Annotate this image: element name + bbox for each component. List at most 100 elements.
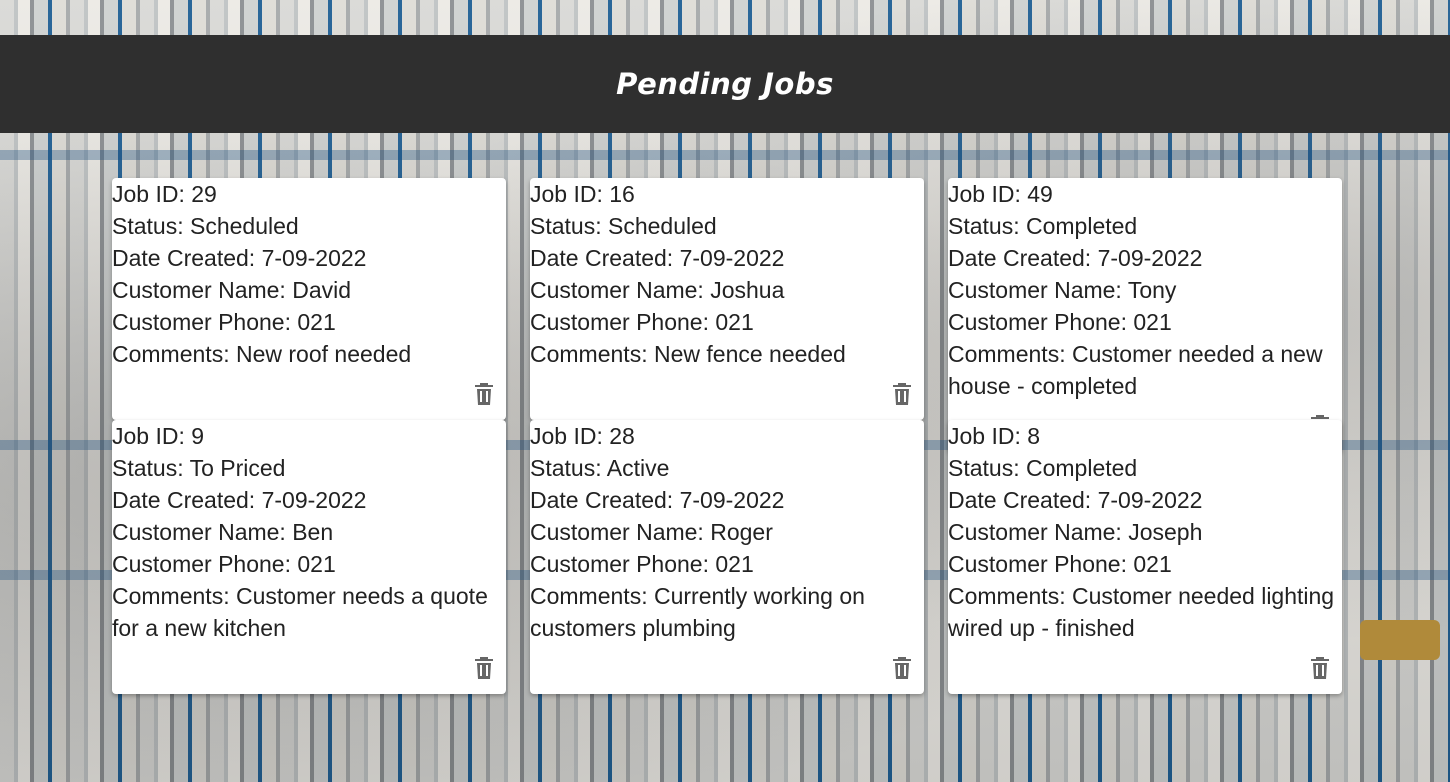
customer-phone-label: Customer Phone: xyxy=(948,551,1127,577)
page-title: Pending Jobs xyxy=(616,67,834,101)
trash-icon[interactable] xyxy=(892,382,912,406)
status-value: Active xyxy=(606,455,670,481)
comments-label: Comments: xyxy=(530,341,648,367)
background-band xyxy=(0,150,1450,160)
trash-icon[interactable] xyxy=(474,382,494,406)
date-created-row: Date Created: 7-09-2022 xyxy=(948,242,1342,274)
customer-name-label: Customer Name: xyxy=(530,519,704,545)
date-created-row: Date Created: 7-09-2022 xyxy=(530,242,924,274)
job-id-row: Job ID: 29 xyxy=(112,178,506,210)
comments-label: Comments: xyxy=(948,341,1066,367)
job-id-label: Job ID: xyxy=(112,423,185,449)
customer-name-row: Customer Name: David xyxy=(112,274,506,306)
status-row: Status: Active xyxy=(530,452,924,484)
date-created-value: 7-09-2022 xyxy=(261,487,367,513)
comments-row: Comments: New fence needed xyxy=(530,338,924,370)
job-id-label: Job ID: xyxy=(530,181,603,207)
customer-phone-label: Customer Phone: xyxy=(112,309,291,335)
job-id-value: 49 xyxy=(1027,181,1053,207)
customer-phone-label: Customer Phone: xyxy=(530,309,709,335)
status-row: Status: Scheduled xyxy=(112,210,506,242)
status-label: Status: xyxy=(530,213,602,239)
status-label: Status: xyxy=(948,455,1020,481)
customer-phone-row: Customer Phone: 021 xyxy=(948,548,1342,580)
customer-phone-label: Customer Phone: xyxy=(112,551,291,577)
comments-label: Comments: xyxy=(112,341,230,367)
customer-phone-label: Customer Phone: xyxy=(948,309,1127,335)
job-card: Job ID: 8 Status: Completed Date Created… xyxy=(948,420,1342,694)
job-id-value: 29 xyxy=(191,181,217,207)
comments-value: New fence needed xyxy=(653,341,846,367)
customer-name-value: David xyxy=(292,277,352,303)
comments-row: Comments: Customer needs a quote for a n… xyxy=(112,580,506,644)
date-created-value: 7-09-2022 xyxy=(1097,487,1203,513)
customer-phone-value: 021 xyxy=(715,551,754,577)
date-created-label: Date Created: xyxy=(948,245,1092,271)
date-created-label: Date Created: xyxy=(112,487,256,513)
job-card: Job ID: 49 Status: Completed Date Create… xyxy=(948,178,1342,452)
customer-phone-row: Customer Phone: 021 xyxy=(948,306,1342,338)
customer-name-row: Customer Name: Ben xyxy=(112,516,506,548)
date-created-label: Date Created: xyxy=(530,487,674,513)
status-value: Completed xyxy=(1026,455,1138,481)
date-created-row: Date Created: 7-09-2022 xyxy=(112,484,506,516)
app-header: Pending Jobs xyxy=(0,35,1450,133)
status-row: Status: Scheduled xyxy=(530,210,924,242)
customer-name-value: Joseph xyxy=(1128,519,1203,545)
background-tool-brass xyxy=(1360,620,1440,660)
job-id-label: Job ID: xyxy=(948,181,1021,207)
job-id-label: Job ID: xyxy=(112,181,185,207)
customer-name-row: Customer Name: Joshua xyxy=(530,274,924,306)
status-value: To Priced xyxy=(189,455,286,481)
status-value: Scheduled xyxy=(190,213,299,239)
date-created-row: Date Created: 7-09-2022 xyxy=(112,242,506,274)
customer-name-row: Customer Name: Roger xyxy=(530,516,924,548)
comments-row: Comments: New roof needed xyxy=(112,338,506,370)
date-created-label: Date Created: xyxy=(112,245,256,271)
date-created-value: 7-09-2022 xyxy=(679,487,785,513)
status-label: Status: xyxy=(112,213,184,239)
customer-name-value: Joshua xyxy=(710,277,785,303)
job-id-row: Job ID: 49 xyxy=(948,178,1342,210)
comments-label: Comments: xyxy=(948,583,1066,609)
customer-name-label: Customer Name: xyxy=(112,519,286,545)
customer-phone-row: Customer Phone: 021 xyxy=(112,306,506,338)
customer-name-row: Customer Name: Joseph xyxy=(948,516,1342,548)
customer-name-label: Customer Name: xyxy=(948,277,1122,303)
customer-phone-value: 021 xyxy=(297,309,336,335)
job-id-value: 8 xyxy=(1027,423,1041,449)
job-card: Job ID: 28 Status: Active Date Created: … xyxy=(530,420,924,694)
date-created-value: 7-09-2022 xyxy=(261,245,367,271)
status-row: Status: Completed xyxy=(948,452,1342,484)
date-created-value: 7-09-2022 xyxy=(679,245,785,271)
customer-name-value: Roger xyxy=(710,519,773,545)
customer-phone-value: 021 xyxy=(297,551,336,577)
trash-icon[interactable] xyxy=(892,656,912,680)
customer-name-value: Tony xyxy=(1127,277,1177,303)
job-card: Job ID: 29 Status: Scheduled Date Create… xyxy=(112,178,506,420)
date-created-row: Date Created: 7-09-2022 xyxy=(948,484,1342,516)
customer-phone-value: 021 xyxy=(715,309,754,335)
status-label: Status: xyxy=(530,455,602,481)
comments-row: Comments: Customer needed a new house - … xyxy=(948,338,1342,402)
comments-label: Comments: xyxy=(530,583,648,609)
customer-name-label: Customer Name: xyxy=(530,277,704,303)
customer-phone-row: Customer Phone: 021 xyxy=(112,548,506,580)
date-created-label: Date Created: xyxy=(530,245,674,271)
comments-row: Comments: Currently working on customers… xyxy=(530,580,924,644)
customer-name-label: Customer Name: xyxy=(112,277,286,303)
status-label: Status: xyxy=(112,455,184,481)
status-row: Status: Completed xyxy=(948,210,1342,242)
customer-name-label: Customer Name: xyxy=(948,519,1122,545)
comments-label: Comments: xyxy=(112,583,230,609)
customer-name-value: Ben xyxy=(292,519,334,545)
job-id-row: Job ID: 9 xyxy=(112,420,506,452)
job-id-row: Job ID: 8 xyxy=(948,420,1342,452)
customer-phone-row: Customer Phone: 021 xyxy=(530,306,924,338)
job-id-label: Job ID: xyxy=(530,423,603,449)
trash-icon[interactable] xyxy=(1310,656,1330,680)
date-created-value: 7-09-2022 xyxy=(1097,245,1203,271)
trash-icon[interactable] xyxy=(474,656,494,680)
job-card: Job ID: 16 Status: Scheduled Date Create… xyxy=(530,178,924,420)
customer-name-row: Customer Name: Tony xyxy=(948,274,1342,306)
